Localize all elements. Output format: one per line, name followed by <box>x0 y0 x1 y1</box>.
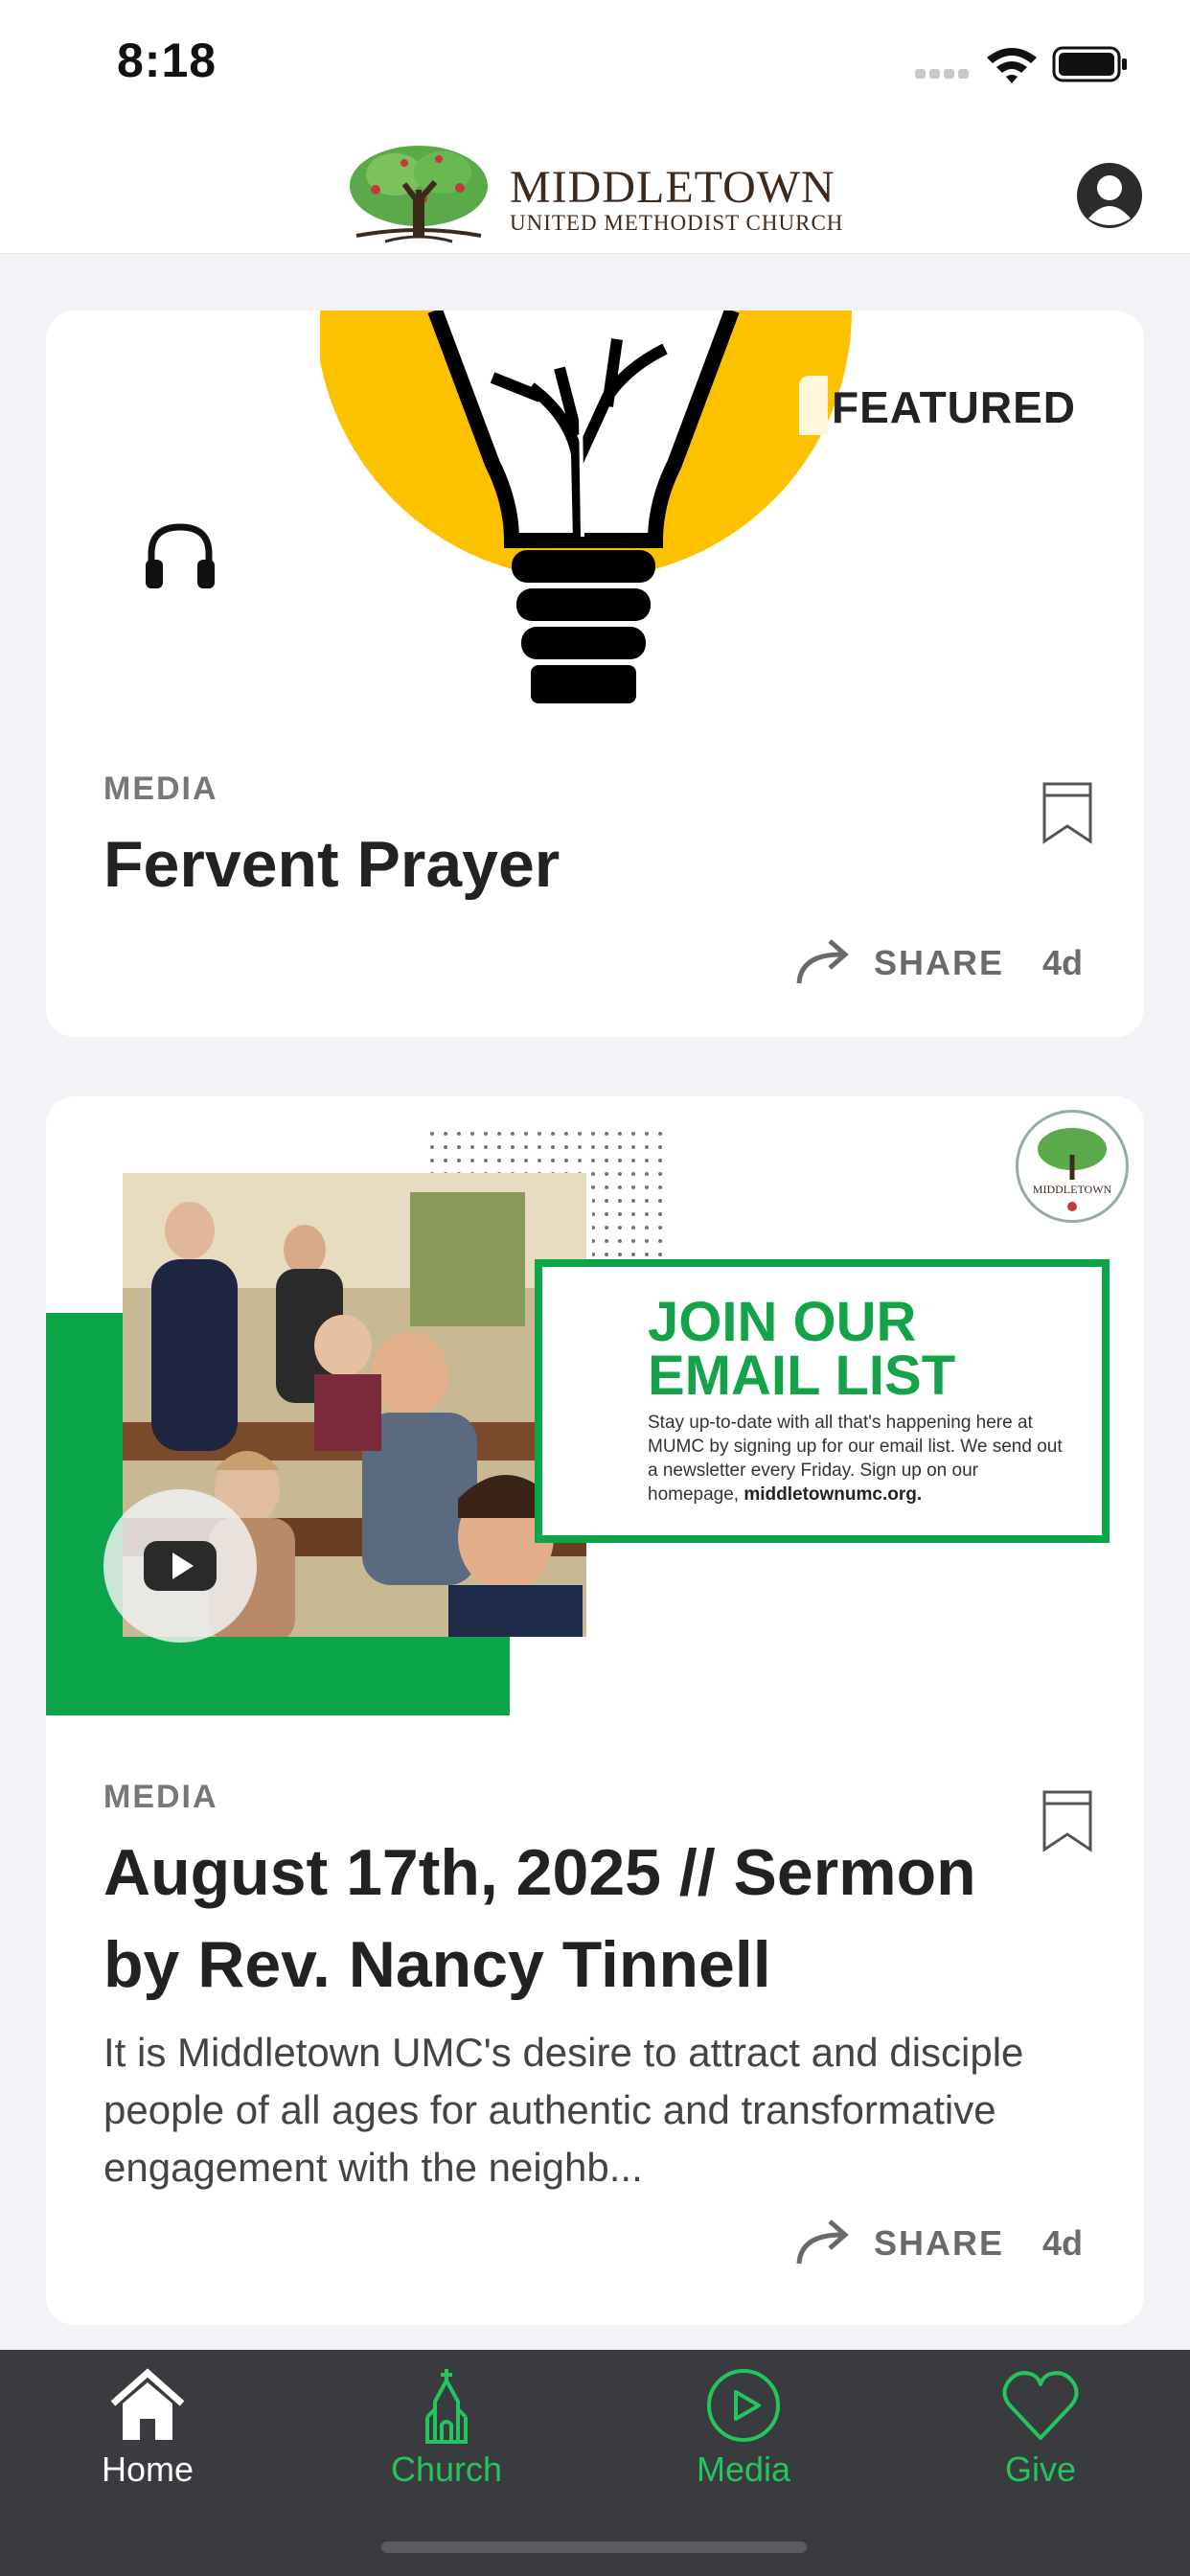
share-row: SHARE 4d <box>793 2214 1138 2271</box>
card-category: MEDIA <box>103 1779 218 1815</box>
seal-tree-icon: MIDDLETOWN <box>1033 1128 1112 1211</box>
email-list-box: JOIN OUR EMAIL LIST Stay up-to-date with… <box>535 1259 1110 1543</box>
tab-label: Home <box>101 2450 195 2489</box>
play-circle-icon <box>707 2369 780 2442</box>
battery-icon <box>1052 46 1127 82</box>
feed-card-sermon[interactable]: JOIN OUR EMAIL LIST Stay up-to-date with… <box>46 1096 1144 2325</box>
bookmark-icon[interactable] <box>1041 780 1094 845</box>
tab-label: Give <box>1004 2450 1077 2489</box>
headphones-icon <box>146 523 215 588</box>
post-age: 4d <box>1042 943 1084 982</box>
status-bar: 8:18 <box>0 0 1190 134</box>
card-title[interactable]: August 17th, 2025 // Sermon by Rev. Nanc… <box>103 1827 1062 2011</box>
feed-card-featured[interactable]: FEATURED MEDIA Fervent Prayer SHARE 4d <box>46 310 1144 1037</box>
cellular-signal-icon <box>915 69 969 79</box>
tab-label: Media <box>696 2450 791 2489</box>
status-time: 8:18 <box>117 34 217 87</box>
seal-text: MIDDLETOWN <box>1033 1183 1112 1196</box>
card-title[interactable]: Fervent Prayer <box>103 818 1062 910</box>
logo-name: MIDDLETOWN <box>510 162 835 213</box>
home-indicator <box>381 2542 807 2553</box>
heart-icon <box>1002 2371 1079 2440</box>
app-header: MIDDLETOWN UNITED METHODIST CHURCH <box>0 134 1190 254</box>
card-category: MEDIA <box>103 770 218 807</box>
email-list-promo-image: JOIN OUR EMAIL LIST Stay up-to-date with… <box>46 1096 1144 1715</box>
share-arrow-icon[interactable] <box>793 933 855 987</box>
bookmark-icon[interactable] <box>1041 1788 1094 1853</box>
tab-media[interactable]: Media <box>638 2350 849 2503</box>
promo-headline: JOIN OUR EMAIL LIST <box>648 1291 956 1407</box>
logo-subtitle: UNITED METHODIST CHURCH <box>510 211 844 235</box>
youtube-play-icon <box>144 1541 217 1591</box>
tree-logo-icon <box>350 146 488 243</box>
featured-label: FEATURED <box>832 382 1077 432</box>
share-button[interactable]: SHARE <box>874 943 1004 983</box>
promo-body: Stay up-to-date with all that's happenin… <box>648 1411 1069 1506</box>
tab-church[interactable]: Church <box>341 2350 552 2503</box>
promo-link: middletownumc.org. <box>744 1484 923 1505</box>
house-icon <box>110 2368 185 2440</box>
tab-label: Church <box>390 2450 503 2489</box>
video-play-button[interactable] <box>103 1489 257 1643</box>
share-arrow-icon[interactable] <box>793 2214 855 2267</box>
share-button[interactable]: SHARE <box>874 2223 1004 2264</box>
church-icon <box>425 2369 468 2444</box>
tab-give[interactable]: Give <box>935 2350 1146 2503</box>
lightbulb-artwork <box>320 310 852 703</box>
profile-icon[interactable] <box>1075 161 1144 230</box>
church-logo[interactable]: MIDDLETOWN UNITED METHODIST CHURCH <box>347 142 845 243</box>
church-seal-logo: MIDDLETOWN <box>1016 1110 1129 1223</box>
tab-home[interactable]: Home <box>42 2350 253 2503</box>
card-description: It is Middletown UMC's desire to attract… <box>103 2030 1024 2190</box>
share-row: SHARE 4d <box>793 933 1138 991</box>
wifi-icon <box>987 48 1037 83</box>
featured-badge-tab <box>799 376 828 435</box>
post-age: 4d <box>1042 2223 1084 2263</box>
